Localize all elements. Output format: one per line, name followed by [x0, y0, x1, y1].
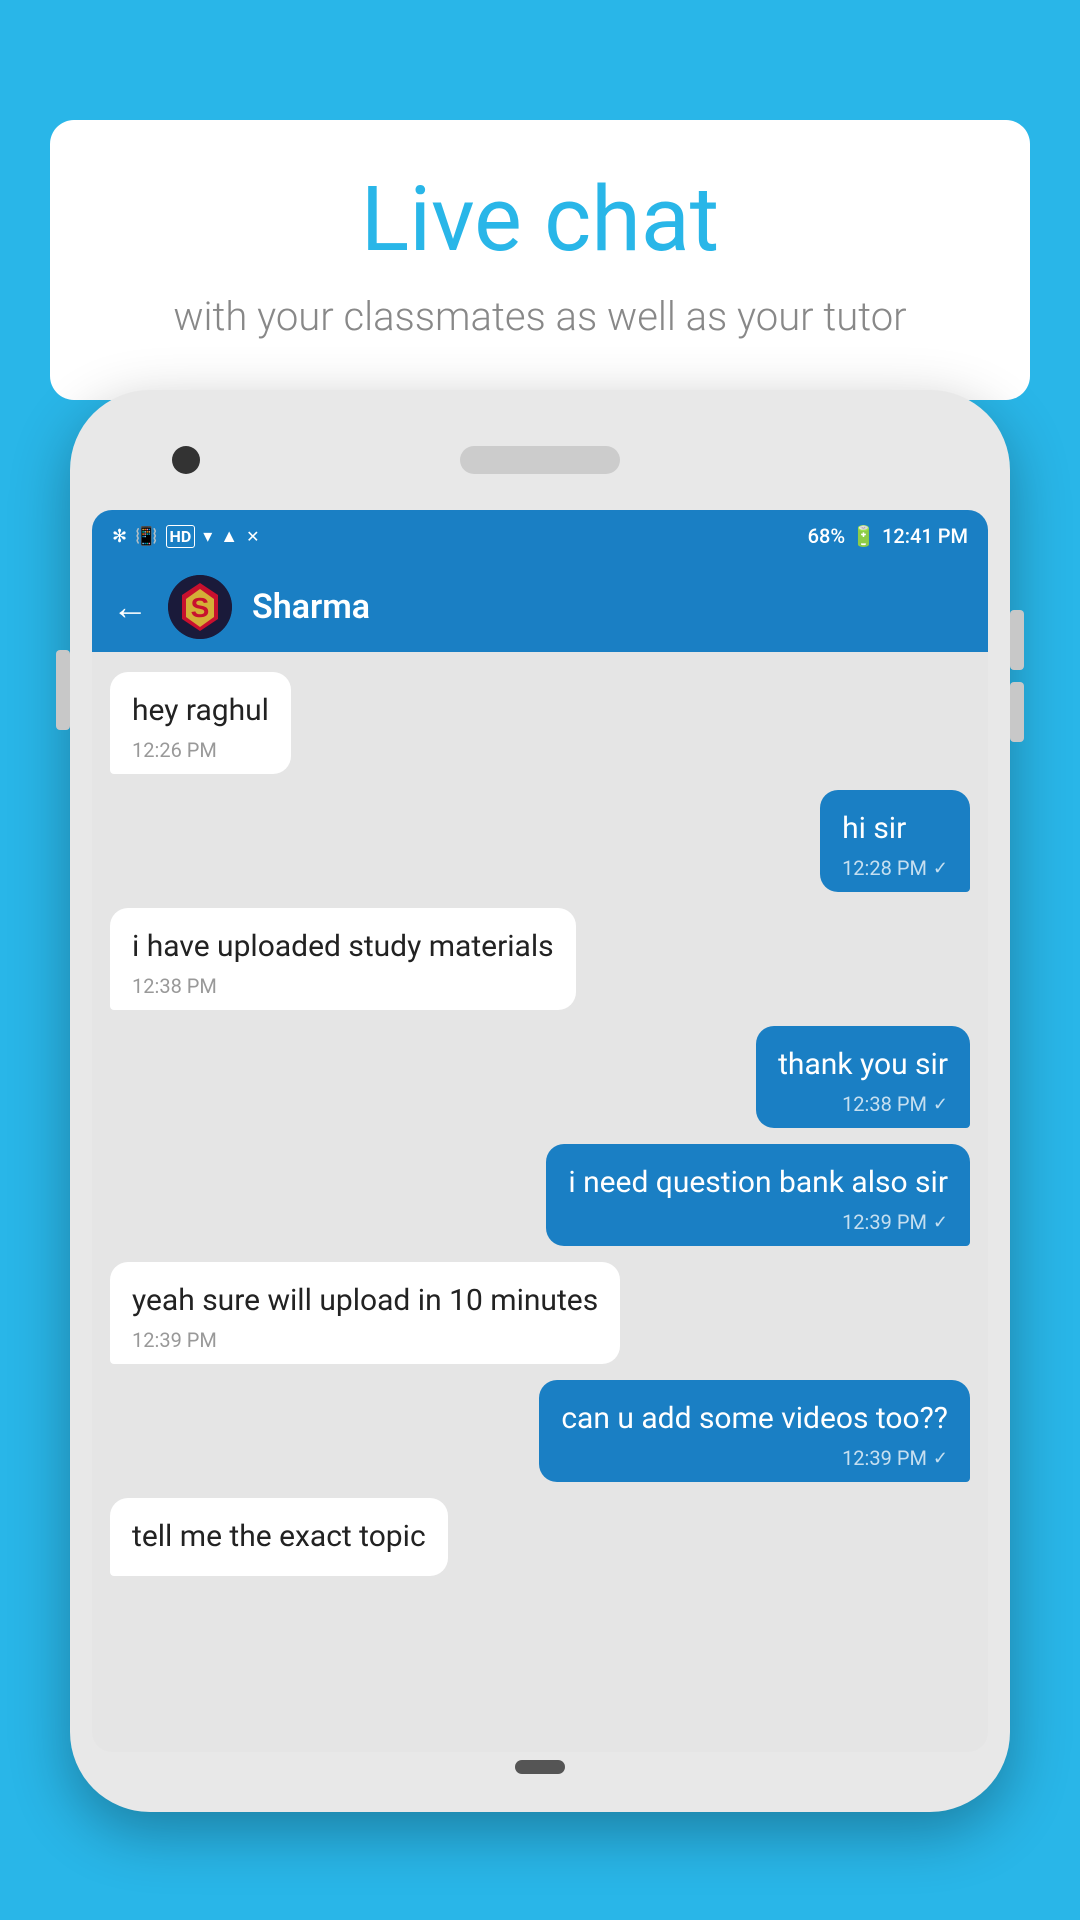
message-item: tell me the exact topic [110, 1498, 448, 1576]
battery-percent: 68% [808, 524, 845, 548]
hd-label: HD [166, 525, 196, 548]
read-receipt: ✓ [933, 858, 948, 879]
app-header: ← S Sharma [92, 562, 988, 652]
received-bubble: yeah sure will upload in 10 minutes 12:3… [110, 1262, 620, 1364]
status-left-icons: ✻ 📳 HD ▾ ▲ ✕ [112, 525, 260, 548]
sent-bubble: thank you sir 12:38 PM ✓ [756, 1026, 970, 1128]
message-item: thank you sir 12:38 PM ✓ [756, 1026, 970, 1128]
earpiece [460, 446, 620, 474]
superman-icon: S [168, 575, 232, 639]
speech-bubble-card: Live chat with your classmates as well a… [50, 120, 1030, 400]
message-text: can u add some videos too?? [561, 1398, 948, 1440]
time-label: 12:39 PM [842, 1210, 927, 1234]
message-time: 12:38 PM ✓ [778, 1092, 948, 1116]
contact-avatar: S [168, 575, 232, 639]
vol-down-button [1010, 682, 1024, 742]
message-text: hey raghul [132, 690, 269, 732]
battery-icon: 🔋 [851, 524, 876, 548]
vol-up-button [1010, 610, 1024, 670]
time-label: 12:28 PM [842, 856, 927, 880]
message-time: 12:38 PM [132, 974, 554, 998]
status-bar: ✻ 📳 HD ▾ ▲ ✕ 68% 🔋 12:41 PM [92, 510, 988, 562]
message-item: hey raghul 12:26 PM [110, 672, 291, 774]
status-right-info: 68% 🔋 12:41 PM [808, 524, 968, 548]
wifi-icon: ▾ [203, 526, 212, 547]
sent-bubble: can u add some videos too?? 12:39 PM ✓ [539, 1380, 970, 1482]
message-text: i need question bank also sir [568, 1162, 948, 1204]
time-label: 12:38 PM [842, 1092, 927, 1116]
time-label: 12:39 PM [842, 1446, 927, 1470]
chat-area[interactable]: hey raghul 12:26 PM hi sir 12:28 PM ✓ [92, 652, 988, 1752]
front-camera [172, 446, 200, 474]
message-item: i have uploaded study materials 12:38 PM [110, 908, 576, 1010]
received-bubble: i have uploaded study materials 12:38 PM [110, 908, 576, 1010]
message-text: yeah sure will upload in 10 minutes [132, 1280, 598, 1322]
read-receipt: ✓ [933, 1212, 948, 1233]
message-text: hi sir [842, 808, 948, 850]
phone-screen: ✻ 📳 HD ▾ ▲ ✕ 68% 🔋 12:41 PM ← [92, 510, 988, 1752]
message-time: 12:28 PM ✓ [842, 856, 948, 880]
read-receipt: ✓ [933, 1094, 948, 1115]
sent-bubble: i need question bank also sir 12:39 PM ✓ [546, 1144, 970, 1246]
signal-icon: ▲ [220, 526, 238, 547]
message-time: 12:26 PM [132, 738, 269, 762]
message-item: i need question bank also sir 12:39 PM ✓ [546, 1144, 970, 1246]
received-bubble: tell me the exact topic [110, 1498, 448, 1576]
bubble-subtitle: with your classmates as well as your tut… [110, 289, 970, 345]
svg-text:S: S [191, 592, 210, 623]
message-time: 12:39 PM [132, 1328, 598, 1352]
phone-body: ✻ 📳 HD ▾ ▲ ✕ 68% 🔋 12:41 PM ← [70, 390, 1010, 1812]
message-time: 12:39 PM ✓ [568, 1210, 948, 1234]
power-button [56, 650, 70, 730]
message-item: hi sir 12:28 PM ✓ [820, 790, 970, 892]
message-item: can u add some videos too?? 12:39 PM ✓ [539, 1380, 970, 1482]
message-text: i have uploaded study materials [132, 926, 554, 968]
received-bubble: hey raghul 12:26 PM [110, 672, 291, 774]
message-text: tell me the exact topic [132, 1516, 426, 1558]
contact-name: Sharma [252, 587, 370, 627]
phone-mockup: ✻ 📳 HD ▾ ▲ ✕ 68% 🔋 12:41 PM ← [70, 390, 1010, 1920]
phone-top-area [92, 420, 988, 500]
bluetooth-icon: ✻ [112, 526, 127, 547]
read-receipt: ✓ [933, 1448, 948, 1469]
home-button [515, 1760, 565, 1774]
sent-bubble: hi sir 12:28 PM ✓ [820, 790, 970, 892]
back-button[interactable]: ← [112, 589, 148, 625]
vibrate-icon: 📳 [135, 526, 157, 547]
home-button-area [92, 1752, 988, 1782]
volume-buttons [1010, 610, 1024, 742]
live-chat-title: Live chat [110, 170, 970, 269]
clock: 12:41 PM [882, 524, 968, 548]
message-text: thank you sir [778, 1044, 948, 1086]
message-time: 12:39 PM ✓ [561, 1446, 948, 1470]
no-service-icon: ✕ [246, 527, 259, 546]
message-item: yeah sure will upload in 10 minutes 12:3… [110, 1262, 620, 1364]
